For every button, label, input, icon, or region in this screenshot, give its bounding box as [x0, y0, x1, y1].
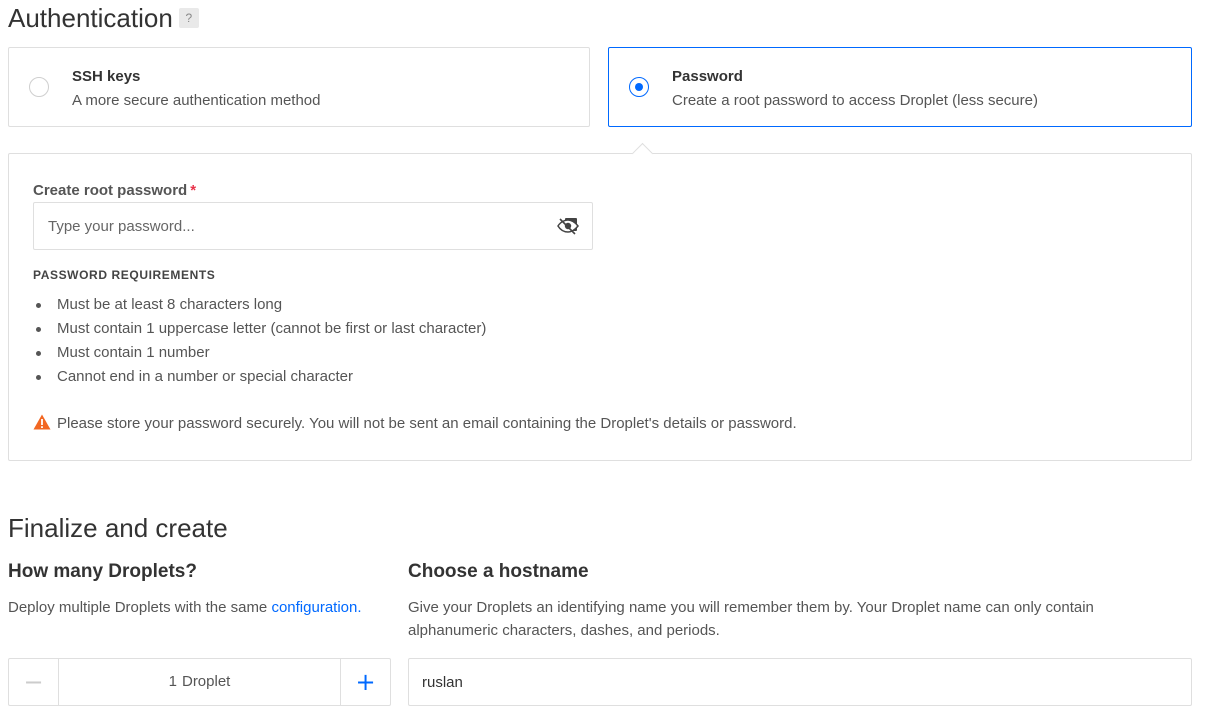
password-warning: Please store your password securely. You…: [33, 413, 797, 435]
droplet-count-title: How many Droplets?: [8, 561, 197, 582]
finalize-title: Finalize and create: [8, 513, 228, 543]
password-option-description: Create a root password to access Droplet…: [672, 92, 1038, 109]
droplet-count-value: 1 Droplet: [59, 659, 340, 705]
hostname-description: Give your Droplets an identifying name y…: [408, 599, 1094, 639]
password-field-label: Create root password *: [33, 182, 196, 199]
configuration-link[interactable]: configuration.: [271, 599, 361, 616]
authentication-section-title: Authentication?: [8, 3, 199, 34]
password-option[interactable]: Password Create a root password to acces…: [608, 47, 1192, 127]
droplet-count-description: Deploy multiple Droplets with the same c…: [8, 596, 362, 619]
hostname-title: Choose a hostname: [408, 561, 589, 582]
requirement-item: Must contain 1 number: [33, 341, 486, 365]
required-mark: *: [190, 182, 197, 199]
droplet-count-description-text: Deploy multiple Droplets with the same: [8, 599, 268, 616]
increment-button[interactable]: +: [340, 659, 390, 705]
page: Authentication? SSH keys A more secure a…: [0, 0, 1206, 726]
decrement-button[interactable]: −: [9, 659, 59, 705]
droplet-unit: Droplet: [181, 673, 231, 690]
authentication-title: Authentication: [8, 3, 173, 33]
password-input[interactable]: [34, 203, 572, 249]
warning-triangle-icon: [33, 414, 51, 430]
password-radio[interactable]: [629, 77, 649, 97]
password-label-text: Create root password: [33, 182, 188, 199]
requirement-item: Cannot end in a number or special charac…: [33, 365, 486, 389]
password-requirements-list: Must be at least 8 characters long Must …: [33, 293, 486, 389]
droplet-count-stepper: − 1 Droplet +: [8, 658, 391, 706]
password-option-title: Password: [672, 68, 743, 85]
password-panel: Create root password * PASSWORD REQUIREME…: [8, 142, 1192, 461]
help-icon[interactable]: ?: [178, 8, 199, 29]
ssh-keys-title: SSH keys: [72, 68, 141, 85]
eye-slash-icon[interactable]: [556, 215, 580, 237]
ssh-keys-option[interactable]: SSH keys A more secure authentication me…: [8, 47, 590, 127]
password-requirements-heading: PASSWORD REQUIREMENTS: [33, 268, 216, 282]
hostname-input[interactable]: [408, 658, 1192, 706]
password-input-wrapper: [33, 202, 593, 250]
panel-pointer: [631, 142, 654, 165]
requirement-item: Must be at least 8 characters long: [33, 293, 486, 317]
warning-text: Please store your password securely. You…: [57, 415, 797, 432]
droplet-count: 1: [168, 673, 177, 690]
ssh-keys-description: A more secure authentication method: [72, 92, 321, 109]
ssh-keys-radio[interactable]: [29, 77, 49, 97]
requirement-item: Must contain 1 uppercase letter (cannot …: [33, 317, 486, 341]
